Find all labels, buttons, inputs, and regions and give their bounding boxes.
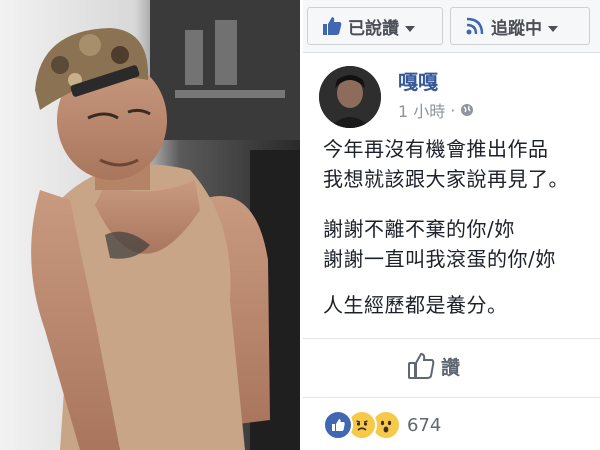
- post-time[interactable]: 1 小時: [398, 98, 445, 122]
- like-icon: [323, 410, 353, 440]
- post-meta: 1 小時 ·: [398, 98, 474, 122]
- page-header-bar: 已說讚 追蹤中: [303, 0, 600, 53]
- reaction-summary[interactable]: 674: [323, 410, 441, 440]
- meta-separator: ·: [450, 100, 456, 120]
- thumbs-up-outline-icon: [407, 352, 435, 380]
- post-line: 人生經歷都是養分。: [323, 293, 508, 317]
- post-line: 我想就該跟大家說再見了。: [323, 167, 569, 191]
- chevron-down-icon: [405, 17, 415, 36]
- like-button[interactable]: 讚: [407, 352, 460, 380]
- post-line: 今年再沒有機會推出作品: [323, 137, 549, 161]
- post-line: 謝謝一直叫我滾蛋的你/妳: [323, 247, 556, 271]
- avatar[interactable]: [319, 66, 381, 128]
- post-header: 嘎嘎 1 小時 ·: [303, 52, 600, 128]
- like-action-bar: 讚: [303, 338, 600, 398]
- liked-label: 已說讚: [348, 18, 399, 39]
- rss-icon: [465, 16, 485, 36]
- liked-button[interactable]: 已說讚: [307, 7, 443, 45]
- post-line: 謝謝不離不棄的你/妳: [323, 217, 515, 241]
- author-name[interactable]: 嘎嘎: [398, 66, 438, 95]
- follow-button[interactable]: 追蹤中: [450, 7, 590, 45]
- like-label: 讚: [441, 356, 461, 379]
- photo-image: [0, 0, 300, 450]
- post-photo[interactable]: [0, 0, 300, 450]
- follow-label: 追蹤中: [491, 18, 542, 39]
- globe-icon: [460, 103, 474, 117]
- thumbs-up-icon: [322, 16, 342, 36]
- reaction-count: 674: [407, 414, 442, 436]
- chevron-down-icon: [548, 17, 558, 36]
- facebook-post-panel: 已說讚 追蹤中 嘎嘎 1 小時 · 今年再沒有機會推出作品 我想就該跟大家說再見…: [303, 0, 600, 450]
- post-body: 今年再沒有機會推出作品 我想就該跟大家說再見了。 謝謝不離不棄的你/妳 謝謝一直…: [323, 134, 600, 320]
